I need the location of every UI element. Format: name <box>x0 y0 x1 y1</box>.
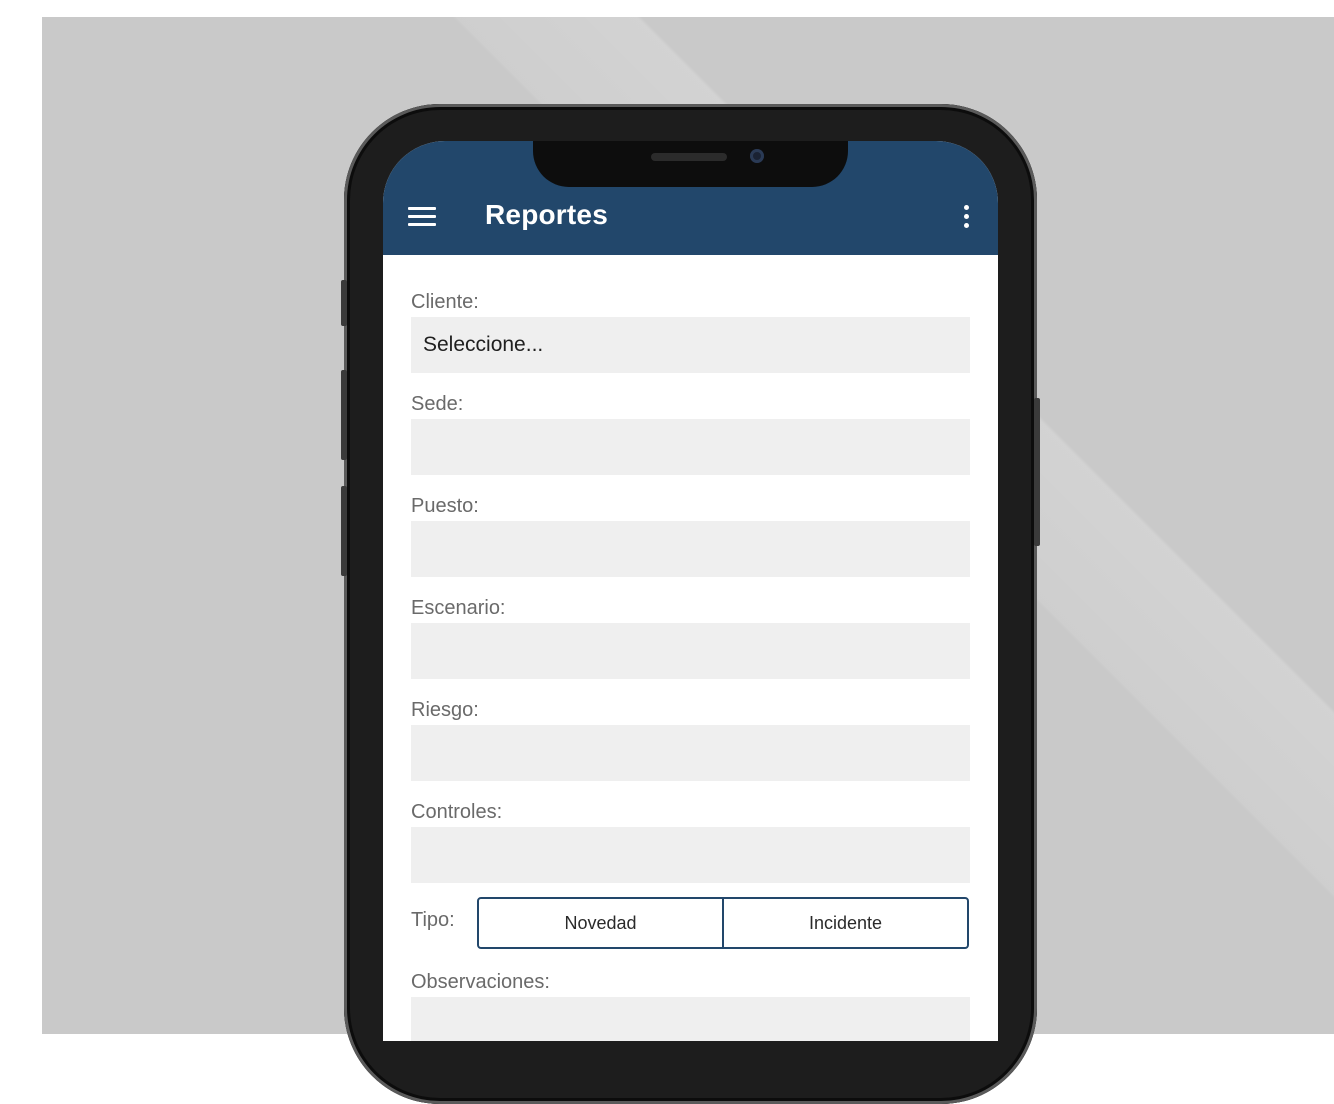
report-form: Cliente: Seleccione... Sede: Puesto: Esc… <box>411 287 971 1041</box>
tipo-label: Tipo: <box>411 909 455 931</box>
front-camera-icon <box>750 149 764 163</box>
tipo-option-incidente[interactable]: Incidente <box>722 899 967 947</box>
controles-select[interactable] <box>411 827 970 883</box>
phone-volume-down-button <box>341 486 347 576</box>
riesgo-label: Riesgo: <box>411 699 479 721</box>
phone-mute-switch <box>341 280 347 326</box>
speaker-grille <box>651 153 727 161</box>
riesgo-select[interactable] <box>411 725 970 781</box>
escenario-label: Escenario: <box>411 597 506 619</box>
page-title: Reportes <box>485 199 608 230</box>
sede-select[interactable] <box>411 419 970 475</box>
tipo-row: Tipo: Novedad Incidente <box>411 897 971 951</box>
phone-notch <box>533 141 848 187</box>
sede-label: Sede: <box>411 393 464 415</box>
controles-label: Controles: <box>411 801 503 823</box>
observaciones-textarea[interactable] <box>411 997 970 1041</box>
phone-screen: Reportes Cliente: Seleccione... Sede: Pu… <box>383 141 998 1041</box>
tipo-option-novedad[interactable]: Novedad <box>479 899 722 947</box>
phone-power-button <box>1034 398 1040 546</box>
cliente-select[interactable]: Seleccione... <box>411 317 970 373</box>
observaciones-label: Observaciones: <box>411 971 550 993</box>
escenario-select[interactable] <box>411 623 970 679</box>
hamburger-menu-icon[interactable] <box>408 207 438 229</box>
puesto-label: Puesto: <box>411 495 479 517</box>
puesto-select[interactable] <box>411 521 970 577</box>
app-bar: Reportes <box>383 141 998 255</box>
cliente-label: Cliente: <box>411 291 479 313</box>
tipo-segmented-control: Novedad Incidente <box>477 897 969 949</box>
phone-volume-up-button <box>341 370 347 460</box>
more-vertical-icon[interactable] <box>957 203 975 233</box>
